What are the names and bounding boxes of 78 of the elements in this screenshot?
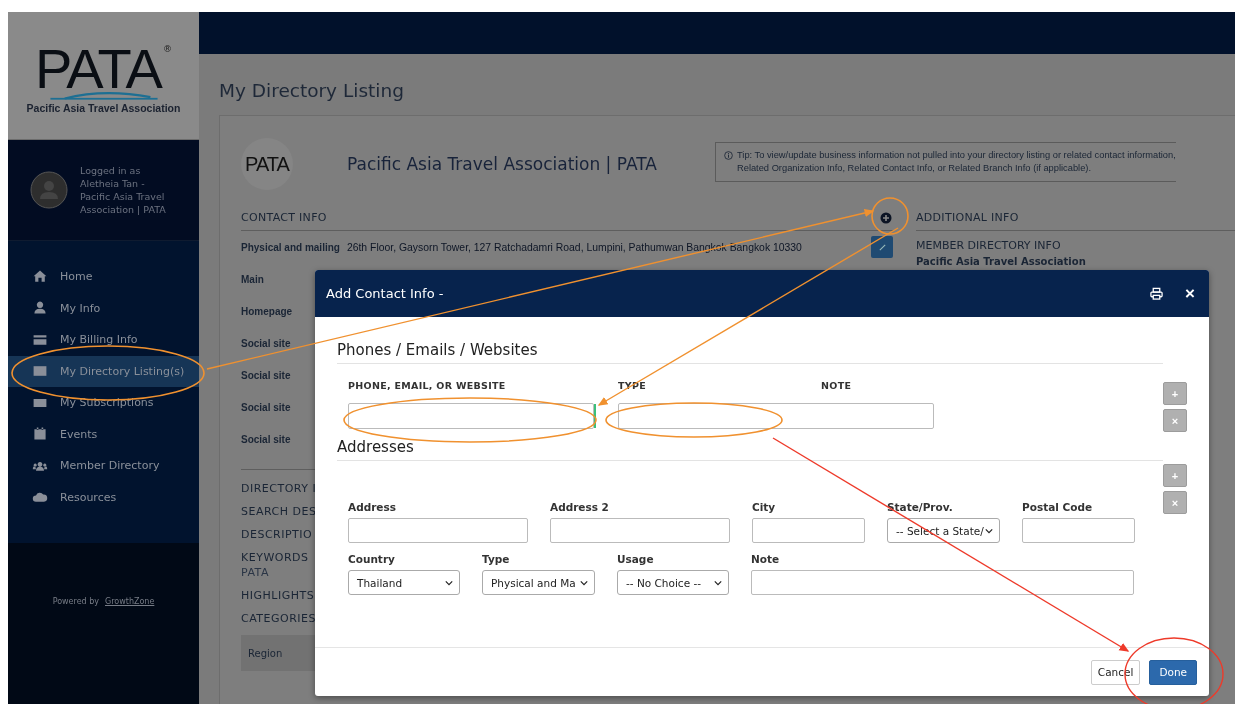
nav-icon bbox=[32, 300, 48, 317]
org-name: Pacific Asia Travel Association | PATA bbox=[347, 154, 658, 174]
add-icon[interactable] bbox=[880, 211, 892, 224]
tip-text: Tip: To view/update business information not pulled into your directory listing or related contact information, bbox=[737, 149, 1176, 162]
pencil-icon bbox=[877, 242, 887, 252]
print-icon[interactable] bbox=[1150, 287, 1164, 300]
select-field[interactable]: Thailand bbox=[348, 570, 460, 595]
section-heading: HIGHLIGHTS bbox=[241, 589, 315, 602]
edit-button[interactable] bbox=[871, 236, 893, 258]
field-label: Main bbox=[241, 273, 264, 285]
field-label: Social site bbox=[241, 433, 291, 445]
column-header: PHONE, EMAIL, OR WEBSITE bbox=[348, 380, 507, 391]
nav-item[interactable]: My Info bbox=[8, 292, 199, 324]
text-cursor bbox=[594, 404, 596, 428]
powered-by-text: Powered by bbox=[52, 597, 99, 608]
section-heading: DESCRIPTIO bbox=[241, 528, 313, 541]
chevron-down-icon bbox=[714, 579, 722, 586]
input-field[interactable] bbox=[752, 518, 865, 543]
field-label: Address bbox=[348, 501, 397, 513]
chevron-down-icon bbox=[985, 527, 993, 534]
section-value: PATA bbox=[241, 566, 269, 579]
input-field[interactable] bbox=[1022, 518, 1135, 543]
nav-item[interactable]: My Subscriptions bbox=[8, 387, 199, 419]
done-button[interactable]: Done bbox=[1149, 659, 1197, 685]
section-heading: CONTACT INFO bbox=[241, 211, 327, 224]
input-field[interactable] bbox=[751, 570, 1134, 595]
member-org-name: Pacific Asia Travel Association bbox=[916, 256, 1087, 267]
field-label: Social site bbox=[241, 401, 291, 413]
section-heading: KEYWORDS bbox=[241, 551, 309, 564]
field-label: Country bbox=[348, 553, 396, 565]
section-heading: SEARCH DES bbox=[241, 505, 317, 518]
nav-item[interactable]: My Directory Listing(s) bbox=[8, 355, 199, 387]
select-field[interactable]: Physical and Ma bbox=[482, 570, 595, 595]
logo-wordmark: PATA bbox=[35, 43, 161, 94]
section-heading: CATEGORIES bbox=[241, 612, 317, 625]
field-label: Note bbox=[751, 553, 781, 565]
subsection-heading: MEMBER DIRECTORY INFO bbox=[916, 239, 1062, 252]
input-field[interactable] bbox=[550, 518, 730, 543]
page-title: My Directory Listing bbox=[219, 80, 405, 101]
field-label: State/Prov. bbox=[887, 501, 954, 513]
chevron-down-icon bbox=[580, 579, 588, 586]
tip-text: Related Organization Info, Related Contact Info, or Related Branch Info (if applicable). bbox=[737, 162, 1092, 175]
input-field[interactable] bbox=[618, 403, 934, 429]
field-label: Homepage bbox=[241, 305, 293, 317]
column-header: NOTE bbox=[821, 380, 852, 391]
field-label: Social site bbox=[241, 337, 291, 349]
section-heading: ADDITIONAL INFO bbox=[916, 211, 1019, 224]
field-label: Physical and mailing bbox=[241, 241, 340, 253]
region-header: Region bbox=[248, 647, 283, 659]
modal-title: Add Contact Info - bbox=[326, 286, 445, 301]
field-label: Usage bbox=[617, 553, 655, 565]
highlight-circle bbox=[871, 197, 909, 235]
nav-item[interactable]: Member Directory bbox=[8, 450, 199, 482]
section-heading: Phones / Emails / Websites bbox=[337, 341, 1163, 364]
nav-icon bbox=[32, 268, 48, 285]
registered-mark: ® bbox=[162, 43, 172, 54]
field-label: Type bbox=[482, 553, 511, 565]
nav-item[interactable]: My Billing Info bbox=[8, 324, 199, 356]
org-logo: PATA bbox=[241, 138, 293, 190]
nav-item[interactable]: Resources bbox=[8, 481, 199, 513]
nav-icon bbox=[32, 426, 48, 443]
nav-item[interactable]: Home bbox=[8, 261, 199, 293]
input-field[interactable] bbox=[348, 403, 594, 429]
logged-in-text: Logged in as Aletheia Tan - Pacific Asia Travel Association | PATA bbox=[80, 164, 167, 216]
close-button[interactable]: × bbox=[1185, 283, 1195, 304]
select-field[interactable]: -- No Choice -- bbox=[617, 570, 729, 595]
chevron-down-icon bbox=[445, 579, 453, 586]
nav-item[interactable]: Events bbox=[8, 418, 199, 450]
info-icon bbox=[724, 151, 733, 160]
field-label: Social site bbox=[241, 369, 291, 381]
section-heading: Addresses bbox=[337, 438, 1163, 461]
growthzone-link[interactable]: GrowthZone bbox=[105, 597, 155, 704]
field-label: Address 2 bbox=[550, 501, 610, 513]
logo-tagline: Pacific Asia Travel Association bbox=[26, 101, 181, 114]
field-label: Postal Code bbox=[1022, 501, 1094, 513]
avatar-icon bbox=[30, 171, 68, 209]
input-field[interactable] bbox=[348, 518, 528, 543]
field-label: City bbox=[752, 501, 777, 513]
